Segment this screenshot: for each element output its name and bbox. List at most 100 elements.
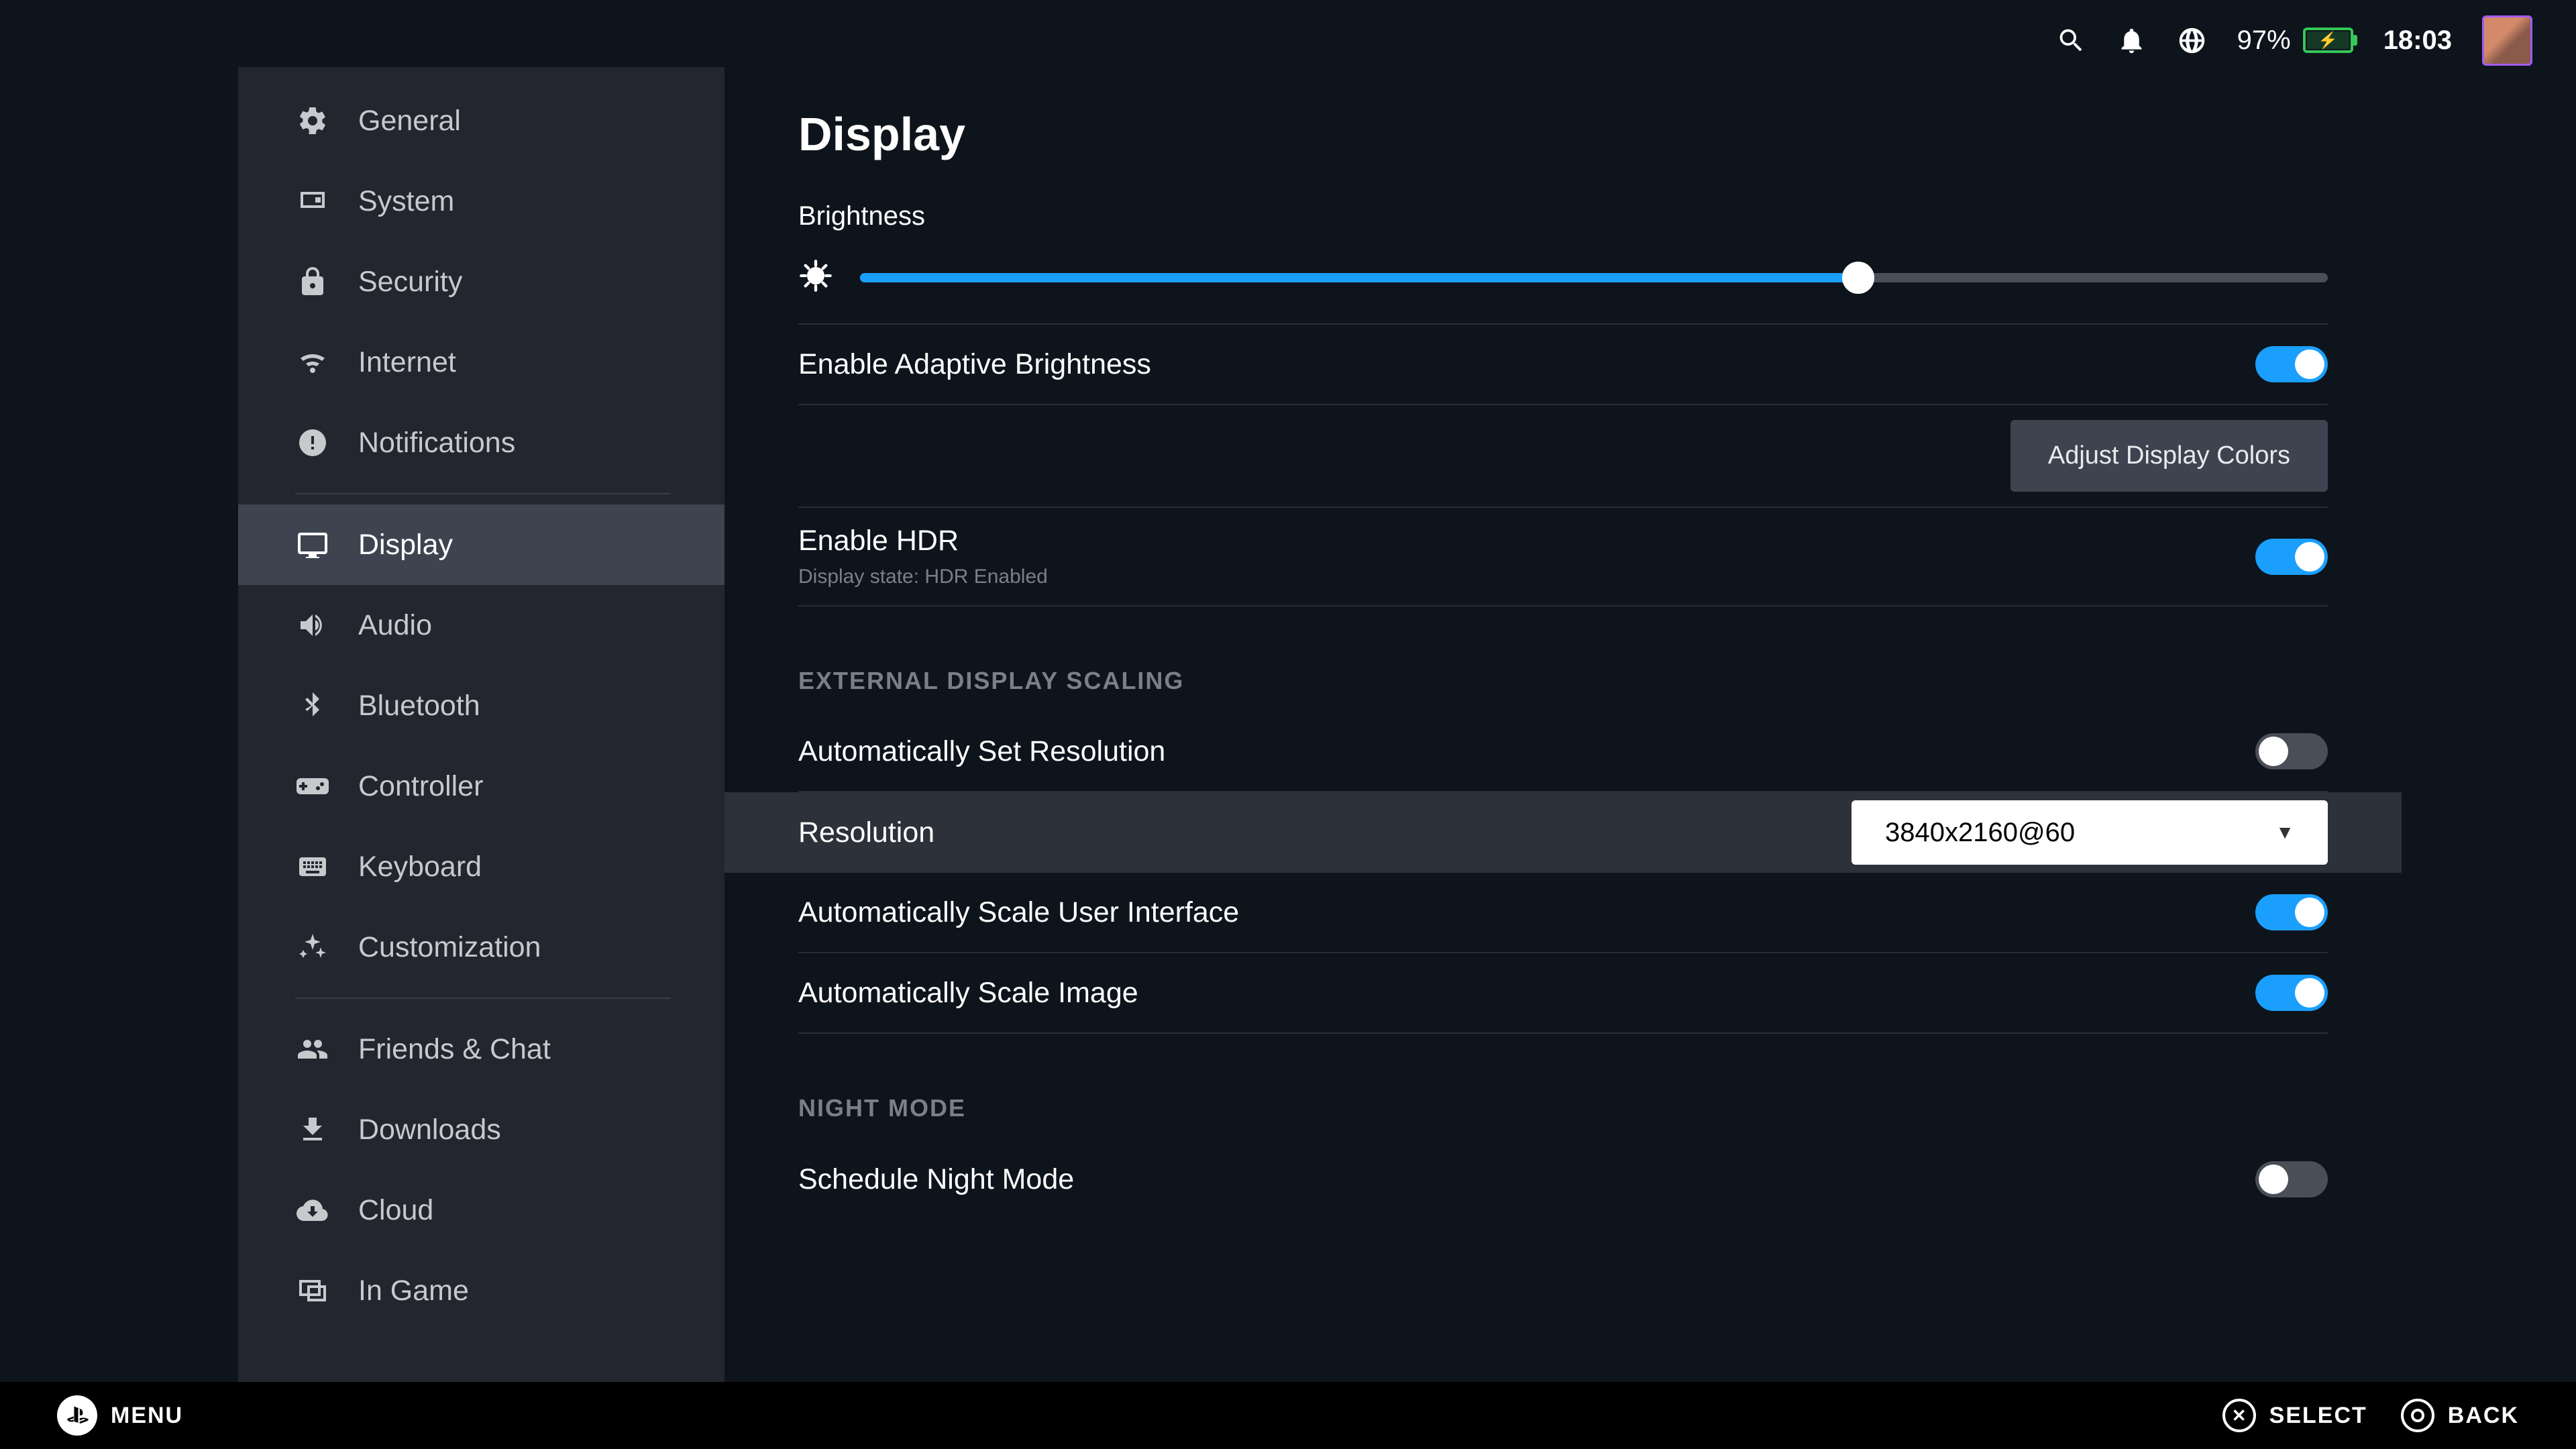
sidebar-item-internet[interactable]: Internet [238, 322, 724, 402]
auto-scale-ui-label: Automatically Scale User Interface [798, 896, 1239, 929]
sidebar-item-label: Bluetooth [358, 690, 480, 722]
sidebar-item-label: Downloads [358, 1114, 501, 1146]
sidebar-item-label: General [358, 105, 461, 138]
menu-hint[interactable]: MENU [57, 1395, 183, 1436]
chevron-down-icon: ▼ [2275, 822, 2294, 843]
cloud-icon [295, 1193, 330, 1228]
sidebar-item-label: Security [358, 266, 462, 299]
sidebar-item-label: Keyboard [358, 851, 482, 883]
sidebar-item-audio[interactable]: Audio [238, 585, 724, 665]
circle-button-icon [2401, 1399, 2434, 1432]
download-icon [295, 1112, 330, 1147]
adjust-display-colors-button[interactable]: Adjust Display Colors [2010, 420, 2328, 492]
adaptive-brightness-label: Enable Adaptive Brightness [798, 348, 1151, 381]
sidebar-divider [295, 493, 671, 494]
sparkle-icon [295, 930, 330, 965]
sidebar-item-notifications[interactable]: Notifications [238, 402, 724, 483]
lock-icon [295, 264, 330, 299]
brightness-slider[interactable] [860, 273, 2328, 282]
resolution-value: 3840x2160@60 [1885, 818, 2075, 848]
search-icon[interactable] [2056, 25, 2086, 56]
sidebar-item-label: Audio [358, 609, 432, 642]
auto-scale-image-label: Automatically Scale Image [798, 977, 1138, 1010]
speaker-icon [295, 608, 330, 643]
sidebar-item-label: In Game [358, 1275, 469, 1307]
ps-icon [57, 1395, 97, 1436]
sidebar-item-controller[interactable]: Controller [238, 746, 724, 826]
brightness-row: Brightness [798, 201, 2328, 325]
sidebar-item-keyboard[interactable]: Keyboard [238, 826, 724, 907]
overlay-icon [295, 1273, 330, 1308]
clock: 18:03 [2383, 25, 2452, 56]
schedule-night-mode-label: Schedule Night Mode [798, 1163, 1074, 1196]
battery-pct: 97% [2237, 25, 2291, 56]
hdr-sublabel: Display state: HDR Enabled [798, 566, 1048, 588]
adaptive-brightness-toggle[interactable] [2255, 346, 2328, 382]
bluetooth-icon [295, 688, 330, 723]
sidebar-item-friends[interactable]: Friends & Chat [238, 1009, 724, 1089]
alert-icon [295, 425, 330, 460]
avatar[interactable] [2482, 15, 2532, 66]
back-hint[interactable]: BACK [2401, 1399, 2519, 1432]
sidebar-item-label: Notifications [358, 427, 515, 460]
resolution-row: Resolution 3840x2160@60 ▼ [724, 792, 2402, 873]
sidebar-item-label: Internet [358, 346, 456, 379]
select-hint-label: SELECT [2269, 1403, 2367, 1429]
settings-content: Display Brightness Enable Adaptive Brigh… [724, 0, 2576, 1382]
keyboard-icon [295, 849, 330, 884]
sidebar-item-label: Display [358, 529, 453, 561]
sidebar-item-label: Customization [358, 931, 541, 964]
select-hint[interactable]: ✕ SELECT [2222, 1399, 2367, 1432]
night-mode-heading: NIGHT MODE [798, 1094, 2328, 1122]
sidebar: General System Security Internet Notific… [0, 0, 724, 1382]
back-hint-label: BACK [2448, 1403, 2519, 1429]
bottom-bar: MENU ✕ SELECT BACK [0, 1382, 2576, 1449]
sidebar-item-display[interactable]: Display [238, 504, 724, 585]
x-button-icon: ✕ [2222, 1399, 2256, 1432]
sidebar-item-label: Cloud [358, 1194, 433, 1227]
wifi-icon [295, 345, 330, 380]
monitor-icon [295, 527, 330, 562]
auto-scale-ui-row: Automatically Scale User Interface [798, 873, 2328, 953]
sidebar-item-customization[interactable]: Customization [238, 907, 724, 987]
gamepad-icon [295, 769, 330, 804]
adaptive-brightness-row: Enable Adaptive Brightness [798, 325, 2328, 405]
page-title: Display [798, 107, 2328, 161]
auto-set-resolution-toggle[interactable] [2255, 733, 2328, 769]
sidebar-item-label: Friends & Chat [358, 1033, 551, 1066]
auto-scale-ui-toggle[interactable] [2255, 894, 2328, 930]
auto-scale-image-toggle[interactable] [2255, 975, 2328, 1011]
auto-set-resolution-row: Automatically Set Resolution [798, 712, 2328, 792]
hdr-label: Enable HDR [798, 525, 1048, 557]
adjust-colors-row: Adjust Display Colors [798, 405, 2328, 508]
bell-icon[interactable] [2116, 25, 2147, 56]
sidebar-item-label: System [358, 185, 454, 218]
sun-icon [798, 258, 833, 297]
device-icon [295, 184, 330, 219]
hdr-row: Enable HDR Display state: HDR Enabled [798, 508, 2328, 606]
sidebar-item-label: Controller [358, 770, 483, 803]
brightness-label: Brightness [798, 201, 2328, 231]
people-icon [295, 1032, 330, 1067]
sidebar-item-system[interactable]: System [238, 161, 724, 241]
gear-icon [295, 103, 330, 138]
sidebar-item-ingame[interactable]: In Game [238, 1250, 724, 1331]
auto-scale-image-row: Automatically Scale Image [798, 953, 2328, 1034]
external-display-scaling-heading: EXTERNAL DISPLAY SCALING [798, 667, 2328, 695]
resolution-dropdown[interactable]: 3840x2160@60 ▼ [1851, 800, 2328, 865]
sidebar-item-security[interactable]: Security [238, 241, 724, 322]
sidebar-item-general[interactable]: General [238, 80, 724, 161]
schedule-night-mode-row: Schedule Night Mode [798, 1139, 2328, 1220]
sidebar-item-cloud[interactable]: Cloud [238, 1170, 724, 1250]
sidebar-item-bluetooth[interactable]: Bluetooth [238, 665, 724, 746]
schedule-night-mode-toggle[interactable] [2255, 1161, 2328, 1197]
resolution-label: Resolution [798, 816, 934, 849]
globe-icon[interactable] [2177, 25, 2207, 56]
battery-icon: ⚡ [2303, 28, 2353, 53]
hdr-toggle[interactable] [2255, 539, 2328, 575]
sidebar-item-downloads[interactable]: Downloads [238, 1089, 724, 1170]
menu-hint-label: MENU [111, 1403, 183, 1429]
sidebar-divider [295, 998, 671, 999]
auto-set-resolution-label: Automatically Set Resolution [798, 735, 1165, 768]
battery-status: 97% ⚡ [2237, 25, 2353, 56]
